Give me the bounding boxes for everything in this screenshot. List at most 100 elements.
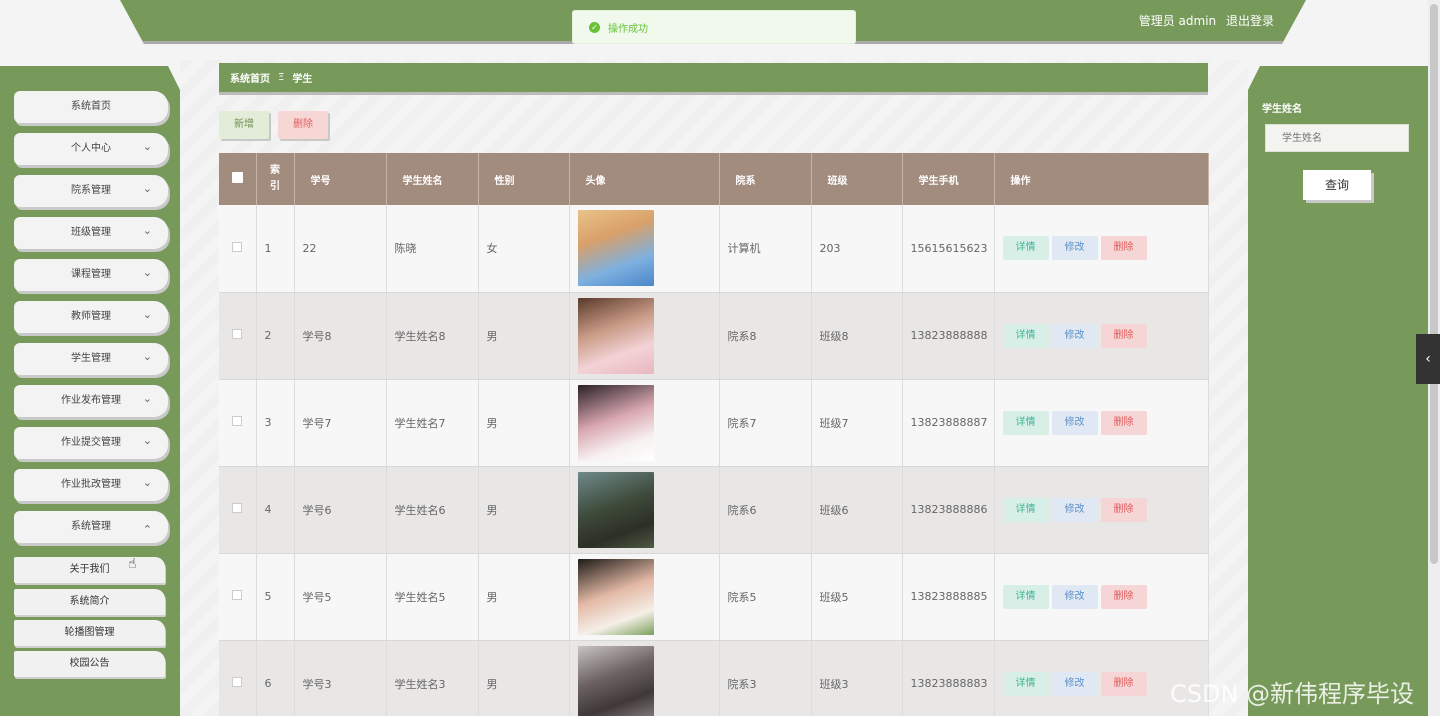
search-label: 学生姓名	[1262, 104, 1302, 115]
detail-button[interactable]: 详情	[1002, 236, 1049, 261]
row-checkbox[interactable]	[232, 590, 243, 600]
cell-phone: 13823888883	[902, 640, 995, 716]
add-button[interactable]: 新增	[219, 111, 269, 139]
sidebar-item-label: 系统管理	[71, 521, 111, 532]
sidebar-subitem-intro[interactable]: 系统简介	[14, 589, 165, 615]
row-checkbox[interactable]	[232, 416, 243, 426]
cell-actions: 详情 修改 删除	[994, 292, 1209, 380]
row-select-cell[interactable]	[219, 640, 257, 716]
sidebar-subitem-label: 轮播图管理	[64, 627, 115, 638]
edit-button[interactable]: 修改	[1051, 410, 1098, 435]
row-checkbox[interactable]	[232, 677, 243, 687]
cell-department: 院系7	[719, 379, 812, 467]
row-checkbox[interactable]	[232, 503, 243, 513]
detail-button[interactable]: 详情	[1002, 323, 1049, 348]
detail-button[interactable]: 详情	[1002, 410, 1049, 435]
cell-avatar	[569, 292, 720, 380]
table-row[interactable]: 1 22 陈晓 女 计算机 203 15615615623 详情 修改 删除	[219, 205, 1209, 293]
sidebar-item-label: 院系管理	[71, 185, 111, 196]
header-phone: 学生手机	[902, 153, 995, 205]
select-all-header[interactable]	[219, 153, 257, 205]
sidebar-item-home[interactable]: 系统首页	[14, 91, 168, 123]
table-row[interactable]: 3 学号7 学生姓名7 男 院系7 班级7 13823888887 详情 修改 删除	[219, 379, 1209, 467]
cell-avatar	[569, 466, 720, 554]
chevron-down-icon: ⌄	[142, 350, 152, 363]
edit-button[interactable]: 修改	[1051, 671, 1098, 696]
breadcrumb-current: 学生	[292, 74, 313, 85]
edit-button[interactable]: 修改	[1051, 584, 1098, 609]
cell-gender: 男	[478, 553, 570, 641]
sidebar-item-personal-center[interactable]: 个人中心 ⌄	[14, 133, 168, 165]
cell-student-name: 学生姓名5	[386, 553, 479, 641]
sidebar-item-teacher[interactable]: 教师管理 ⌄	[14, 301, 168, 333]
detail-button[interactable]: 详情	[1002, 584, 1049, 609]
cell-gender: 男	[478, 292, 570, 380]
sidebar-item-course[interactable]: 课程管理 ⌄	[14, 259, 168, 291]
cell-actions: 详情 修改 删除	[994, 379, 1209, 467]
student-name-search-input[interactable]	[1265, 124, 1409, 152]
sidebar-item-homework-publish[interactable]: 作业发布管理 ⌄	[14, 385, 168, 417]
table-row[interactable]: 6 学号3 学生姓名3 男 院系3 班级3 13823888883 详情 修改 删除	[219, 640, 1209, 716]
select-all-checkbox[interactable]	[231, 172, 243, 183]
chevron-left-icon[interactable]: ‹	[1416, 334, 1440, 384]
sidebar-item-label: 学生管理	[71, 353, 111, 364]
table-header-row: 索引 学号 学生姓名 性别 头像 院系 班级 学生手机 操作	[219, 153, 1209, 205]
delete-button[interactable]: 删除	[1100, 584, 1147, 609]
cell-index: 4	[256, 466, 295, 554]
delete-button[interactable]: 删除	[1100, 236, 1147, 261]
header-class: 班级	[811, 153, 903, 205]
table-row[interactable]: 4 学号6 学生姓名6 男 院系6 班级6 13823888886 详情 修改 删除	[219, 466, 1209, 554]
row-select-cell[interactable]	[219, 292, 257, 380]
avatar	[577, 210, 654, 287]
scrollbar-thumb[interactable]	[1430, 4, 1438, 564]
row-select-cell[interactable]	[219, 466, 257, 554]
cell-gender: 男	[478, 466, 570, 554]
edit-button[interactable]: 修改	[1051, 497, 1098, 522]
avatar	[577, 384, 654, 461]
avatar	[577, 645, 654, 716]
chevron-up-icon: ⌃	[142, 523, 152, 536]
delete-button[interactable]: 删除	[1100, 323, 1147, 348]
search-panel: 学生姓名 查询	[1248, 66, 1428, 716]
delete-button[interactable]: 删除	[1100, 497, 1147, 522]
row-checkbox[interactable]	[232, 329, 243, 339]
success-toast: ✓ 操作成功	[572, 10, 856, 44]
sidebar-subitem-about[interactable]: 关于我们	[14, 557, 165, 583]
sidebar-item-class[interactable]: 班级管理 ⌄	[14, 217, 168, 249]
cell-department: 院系8	[719, 292, 812, 380]
delete-button[interactable]: 删除	[1100, 410, 1147, 435]
sidebar-item-homework-submit[interactable]: 作业提交管理 ⌄	[14, 427, 168, 459]
chevron-down-icon: ⌄	[142, 266, 152, 279]
edit-button[interactable]: 修改	[1051, 323, 1098, 348]
detail-button[interactable]: 详情	[1002, 671, 1049, 696]
row-checkbox[interactable]	[232, 241, 243, 252]
search-button[interactable]: 查询	[1303, 170, 1371, 200]
sidebar-subitem-carousel[interactable]: 轮播图管理	[14, 620, 165, 646]
cell-department: 计算机	[719, 205, 812, 293]
detail-button[interactable]: 详情	[1002, 497, 1049, 522]
row-select-cell[interactable]	[219, 553, 257, 641]
sidebar-subitem-notice[interactable]: 校园公告	[14, 651, 165, 677]
header-avatar: 头像	[569, 153, 720, 205]
cell-gender: 女	[478, 205, 570, 293]
logout-link[interactable]: 退出登录	[1226, 14, 1274, 28]
table-row[interactable]: 2 学号8 学生姓名8 男 院系8 班级8 13823888888 详情 修改 删除	[219, 292, 1209, 380]
sidebar-item-homework-review[interactable]: 作业批改管理 ⌄	[14, 469, 168, 501]
row-select-cell[interactable]	[219, 205, 257, 293]
avatar	[577, 558, 654, 635]
table-row[interactable]: 5 学号5 学生姓名5 男 院系5 班级5 13823888885 详情 修改 删除	[219, 553, 1209, 641]
chevron-down-icon: ⌄	[142, 224, 152, 237]
row-select-cell[interactable]	[219, 379, 257, 467]
delete-button[interactable]: 删除	[1100, 671, 1147, 696]
batch-delete-button[interactable]: 删除	[278, 111, 328, 139]
sidebar-item-student[interactable]: 学生管理 ⌄	[14, 343, 168, 375]
sidebar-item-system[interactable]: 系统管理 ⌃	[14, 511, 168, 543]
chevron-down-icon: ⌄	[142, 182, 152, 195]
breadcrumb-home[interactable]: 系统首页	[230, 70, 270, 85]
sidebar-item-label: 作业提交管理	[61, 437, 121, 448]
cell-student-name: 陈晓	[386, 205, 479, 293]
cell-index: 2	[256, 292, 295, 380]
sidebar-item-department[interactable]: 院系管理 ⌄	[14, 175, 168, 207]
edit-button[interactable]: 修改	[1051, 236, 1098, 261]
cell-department: 院系3	[719, 640, 812, 716]
